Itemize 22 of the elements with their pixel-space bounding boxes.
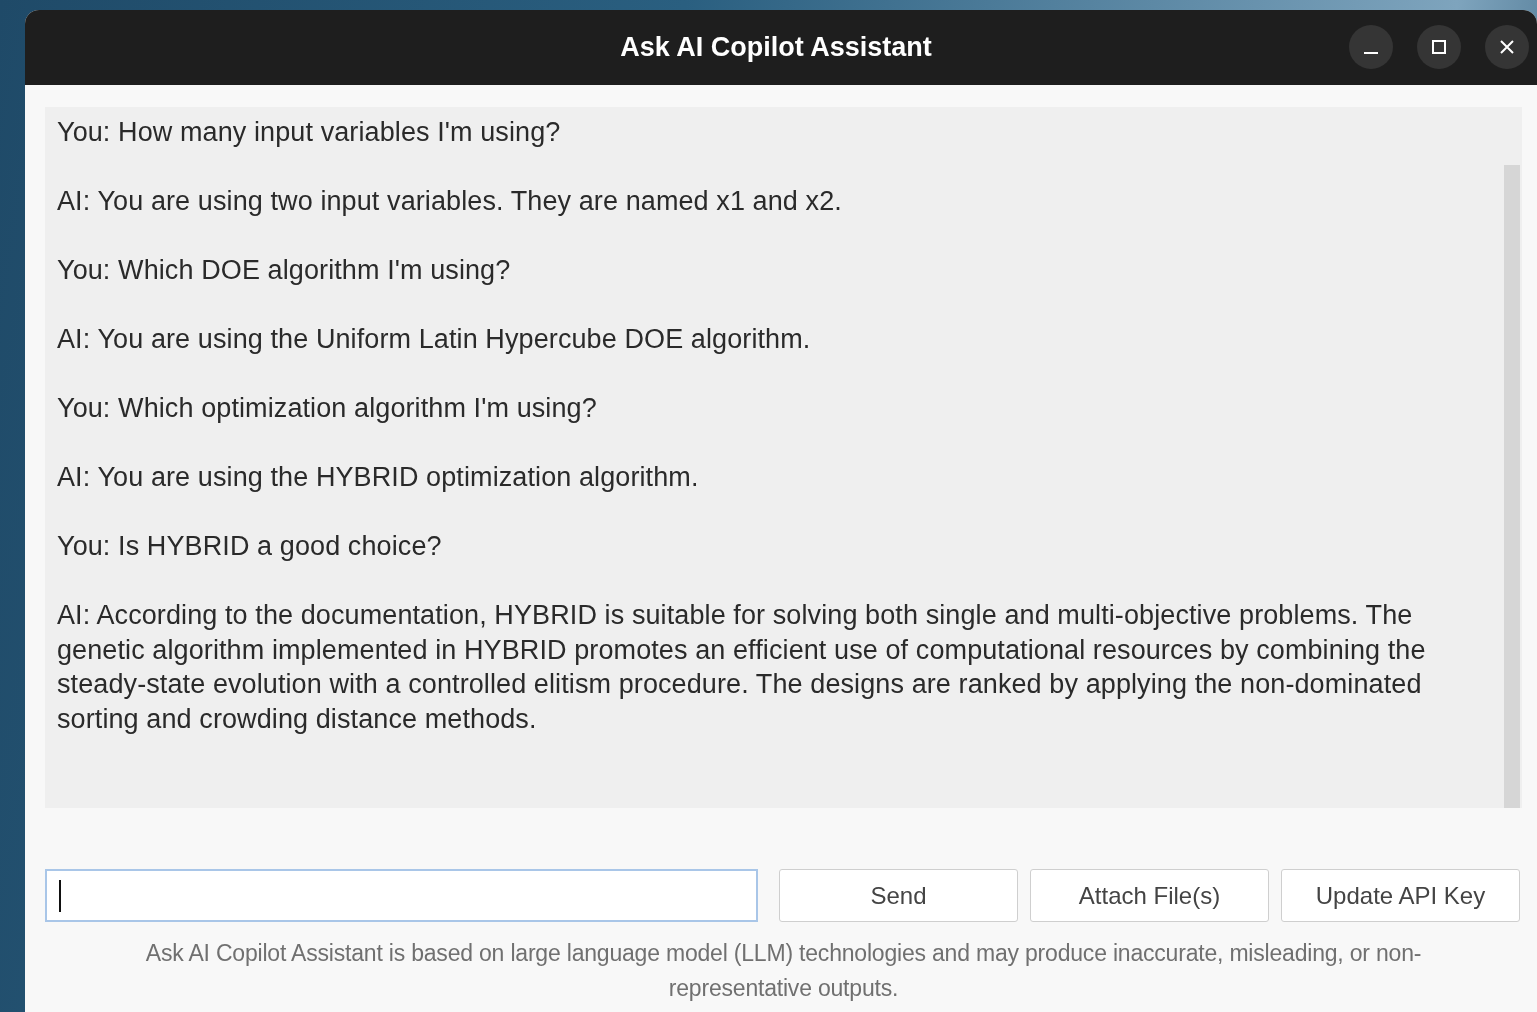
scrollbar[interactable] <box>1504 165 1520 808</box>
chat-message: You: How many input variables I'm using? <box>57 116 562 149</box>
text-cursor <box>59 879 61 912</box>
action-button[interactable]: Send <box>779 869 1018 922</box>
minimize-button[interactable] <box>1349 25 1393 69</box>
chat-message: You: Is HYBRID a good choice? <box>57 530 443 563</box>
chat-message: AI: You are using two input variables. They are named x1 and x2. <box>57 185 843 218</box>
chat-message: AI: You are using the Uniform Latin Hypercube DOE algorithm. <box>57 323 812 356</box>
disclaimer-text: Ask AI Copilot Assistant is based on large language model (LLM) technologies and may produce inaccurate, misleading, or non-representative outputs. <box>144 939 1423 1003</box>
window-title: Ask AI Copilot Assistant <box>620 32 932 63</box>
chat-message: AI: You are using the HYBRID optimization algorithm. <box>57 461 700 494</box>
chat-message: You: Which DOE algorithm I'm using? <box>57 254 512 287</box>
close-button[interactable] <box>1485 25 1529 69</box>
action-button[interactable]: Update API Key <box>1281 869 1520 922</box>
maximize-button[interactable] <box>1417 25 1461 69</box>
chat-message: You: Which optimization algorithm I'm using? <box>57 392 598 425</box>
chat-message: AI: According to the documentation, HYBRID is suitable for solving both single and multi-objective problems. The genetic algorithm implemented in HYBRID promotes an efficient use of computational resources by combining the steady-state evolution with a controlled elitism procedure. The designs are ranked by applying the non-dominated sorting and crowding distance methods. <box>57 599 1427 736</box>
close-icon <box>1500 40 1514 54</box>
maximize-icon <box>1432 40 1446 54</box>
minimize-icon <box>1364 52 1378 54</box>
action-button[interactable]: Attach File(s) <box>1030 869 1269 922</box>
message-input-field[interactable] <box>45 869 758 922</box>
